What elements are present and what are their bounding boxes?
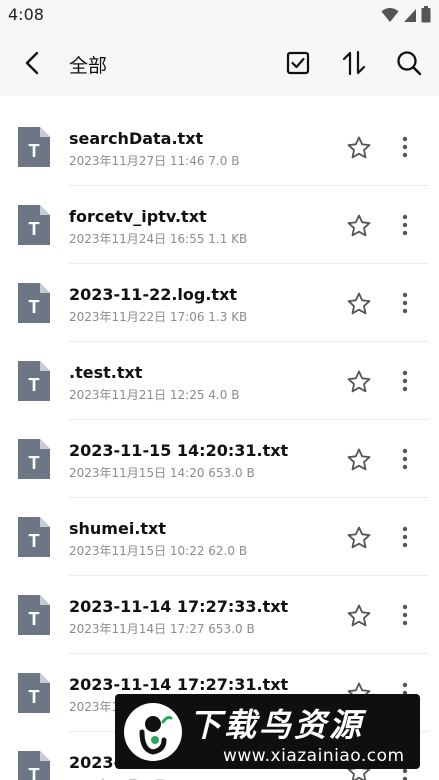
- file-name: shumei.txt: [69, 519, 167, 538]
- file-row[interactable]: T 2023-11-15 14:20:31.txt 2023年11月15日 14:2…: [0, 420, 439, 498]
- file-name: 2023-11-14 17:27:33.txt: [69, 597, 289, 616]
- text-file-icon: T: [18, 595, 50, 635]
- status-icons: [381, 6, 431, 23]
- file-meta: 2023年11月14日 17:27 653.0 B: [69, 622, 255, 636]
- text-file-icon: T: [18, 751, 50, 780]
- watermark-banner: 下载鸟资源 www.xiazainiao.com: [115, 694, 420, 769]
- favorite-star-icon[interactable]: [346, 135, 372, 161]
- file-name: forcetv_iptv.txt: [69, 207, 207, 226]
- watermark-title: 下载鸟资源: [189, 706, 365, 744]
- text-file-icon: T: [18, 439, 50, 479]
- more-options-icon[interactable]: [395, 291, 415, 315]
- more-options-icon[interactable]: [395, 213, 415, 237]
- search-icon[interactable]: [394, 48, 424, 78]
- more-options-icon[interactable]: [395, 525, 415, 549]
- favorite-star-icon[interactable]: [346, 213, 372, 239]
- text-file-icon: T: [18, 361, 50, 401]
- file-name: 2023-11-14 17:27:31.txt: [69, 675, 289, 694]
- text-file-icon: T: [18, 205, 50, 245]
- file-meta: 2023年11月13日 16:57 653.0 B: [69, 776, 255, 780]
- favorite-star-icon[interactable]: [346, 447, 372, 473]
- file-icon-letter: T: [29, 609, 40, 629]
- file-icon-letter: T: [29, 297, 40, 317]
- status-bar: 4:08: [0, 0, 439, 32]
- file-icon-letter: T: [29, 453, 40, 473]
- file-meta: 2023年11月27日 11:46 7.0 B: [69, 154, 240, 168]
- more-options-icon[interactable]: [395, 135, 415, 159]
- more-options-icon[interactable]: [395, 369, 415, 393]
- file-name: 2023-11-22.log.txt: [69, 285, 238, 304]
- file-icon-letter: T: [29, 141, 40, 161]
- file-meta: 2023年11月15日 14:20 653.0 B: [69, 466, 255, 480]
- sort-icon[interactable]: [339, 48, 369, 78]
- back-arrow-icon[interactable]: [18, 48, 48, 78]
- file-meta: 2023年11月21日 12:25 4.0 B: [69, 388, 240, 402]
- cell-signal-icon: [404, 8, 416, 22]
- file-icon-letter: T: [29, 375, 40, 395]
- file-icon-letter: T: [29, 531, 40, 551]
- file-icon-letter: T: [29, 687, 40, 707]
- file-row[interactable]: T 2023-11-14 17:27:33.txt 2023年11月14日 17:2…: [0, 576, 439, 654]
- watermark-logo-icon: [124, 703, 182, 761]
- file-meta: 2023年11月24日 16:55 1.1 KB: [69, 232, 248, 246]
- favorite-star-icon[interactable]: [346, 525, 372, 551]
- battery-icon: [421, 6, 431, 23]
- text-file-icon: T: [18, 127, 50, 167]
- file-row[interactable]: T 2023-11-22.log.txt 2023年11月22日 17:06 1.3…: [0, 264, 439, 342]
- wifi-icon: [381, 7, 399, 22]
- text-file-icon: T: [18, 517, 50, 557]
- file-name: 2023-: [69, 753, 121, 772]
- file-list: TsearchData.txt 2023年11月27日 11:46 7.0 B Tf…: [0, 108, 439, 780]
- file-name: .test.txt: [69, 363, 143, 382]
- more-options-icon[interactable]: [395, 447, 415, 471]
- text-file-icon: T: [18, 283, 50, 323]
- file-icon-letter: T: [29, 219, 40, 239]
- file-row[interactable]: Tshumei.txt 2023年11月15日 10:22 62.0 B: [0, 498, 439, 576]
- watermark-url: www.xiazainiao.com: [223, 746, 405, 766]
- app-bar: 全部: [0, 32, 439, 96]
- file-row[interactable]: TsearchData.txt 2023年11月27日 11:46 7.0 B: [0, 108, 439, 186]
- text-file-icon: T: [18, 673, 50, 713]
- file-name: 2023-11-15 14:20:31.txt: [69, 441, 289, 460]
- select-all-checkbox-icon[interactable]: [283, 48, 313, 78]
- file-row[interactable]: Tforcetv_iptv.txt 2023年11月24日 16:55 1.1 K…: [0, 186, 439, 264]
- file-meta: 2023年11月15日 10:22 62.0 B: [69, 544, 248, 558]
- file-row[interactable]: T .test.txt 2023年11月21日 12:25 4.0 B: [0, 342, 439, 420]
- favorite-star-icon[interactable]: [346, 291, 372, 317]
- file-icon-letter: T: [29, 765, 40, 780]
- more-options-icon[interactable]: [395, 603, 415, 627]
- favorite-star-icon[interactable]: [346, 603, 372, 629]
- file-name: searchData.txt: [69, 129, 204, 148]
- status-time: 4:08: [8, 5, 44, 24]
- favorite-star-icon[interactable]: [346, 369, 372, 395]
- file-meta: 2023年11月22日 17:06 1.3 KB: [69, 310, 248, 324]
- page-title: 全部: [69, 55, 108, 77]
